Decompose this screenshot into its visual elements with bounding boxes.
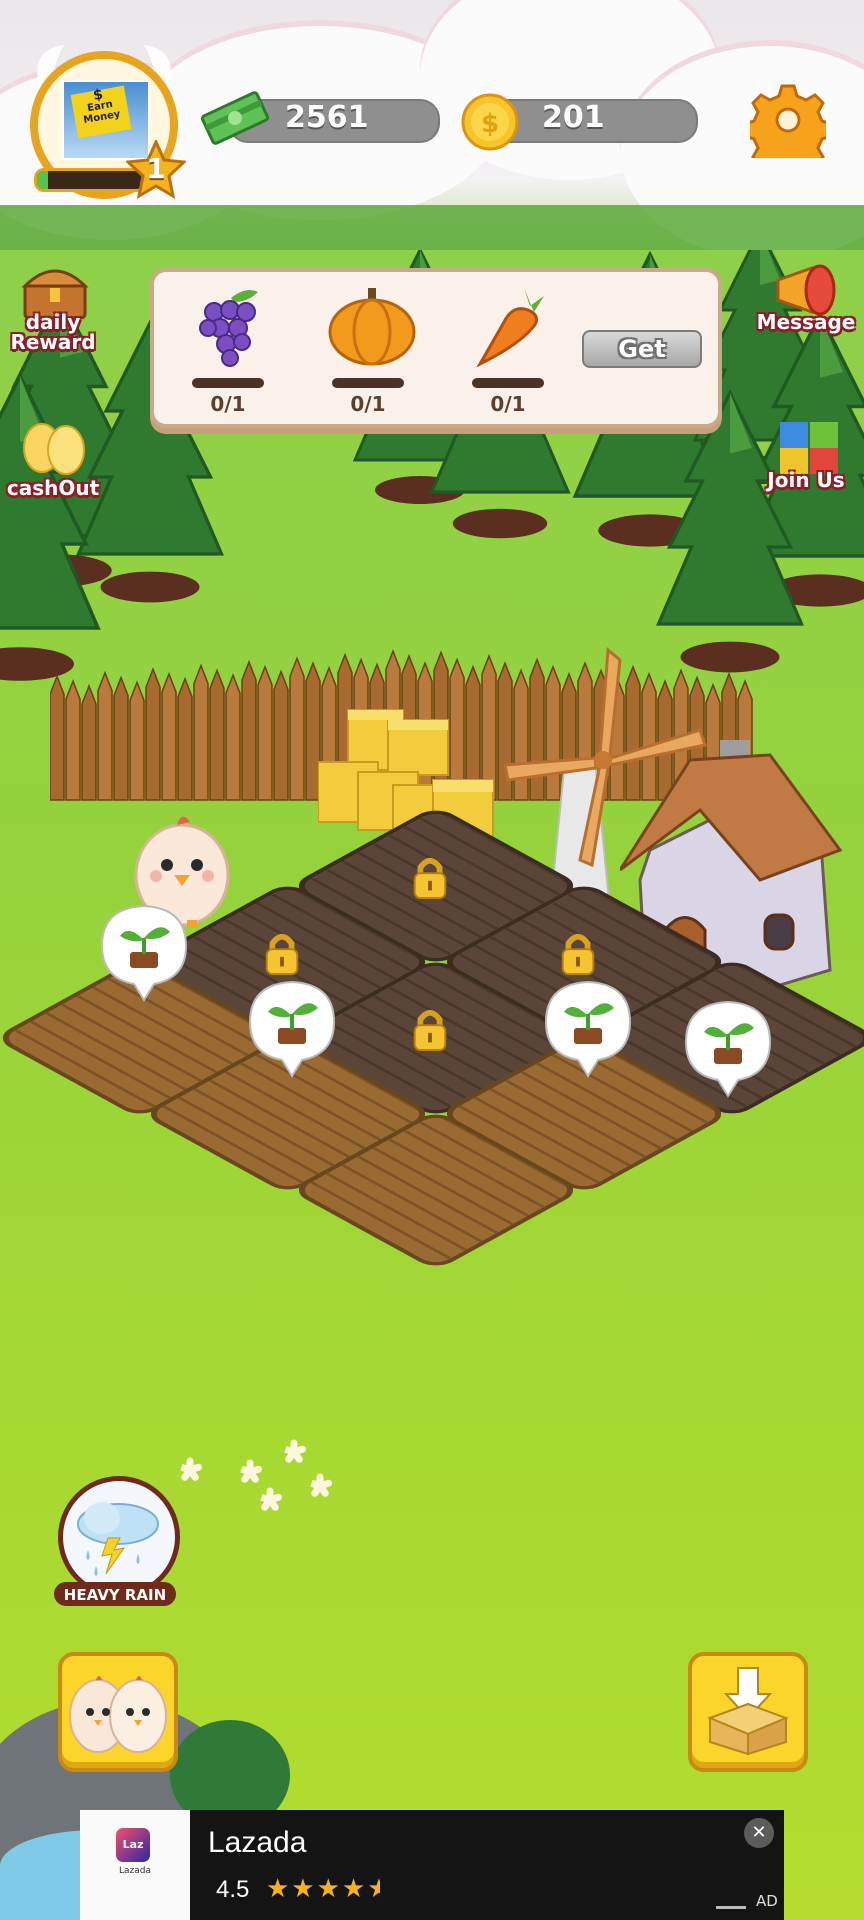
ad-title: Lazada <box>208 1826 307 1859</box>
fence-post <box>257 664 273 801</box>
weather-label: HEAVY RAIN <box>63 1586 167 1604</box>
fence-post <box>241 659 257 801</box>
message-label: Message <box>756 310 856 334</box>
fence-post <box>161 671 177 801</box>
fence-post <box>273 669 289 801</box>
lock-icon <box>413 857 447 900</box>
flower <box>284 1439 307 1463</box>
sprout-ready-icon[interactable] <box>682 998 774 1098</box>
pumpkin-count: 0/1 <box>350 392 386 416</box>
cash-stack-icon <box>200 91 270 145</box>
cash-amount: 2561 <box>285 100 369 135</box>
fence-post <box>129 680 145 801</box>
game-scene: $ Earn Money 1 2561 $ 201 daily Reward c… <box>0 0 864 1920</box>
fence-post <box>50 674 65 801</box>
fence-post <box>193 663 209 801</box>
daily-reward-line2: Reward <box>10 330 96 354</box>
avatar-sign: $ Earn Money <box>70 85 132 139</box>
level-number: 1 <box>146 152 166 185</box>
fence-post <box>113 675 129 801</box>
pumpkin-progress <box>332 378 404 388</box>
fence-post <box>177 676 193 801</box>
half-star-icon: ★ <box>367 1876 380 1902</box>
chicks-icon <box>69 1676 167 1753</box>
sprout-ready-icon[interactable] <box>246 978 338 1078</box>
flower <box>180 1457 203 1481</box>
join-us-label: Join Us <box>767 468 845 492</box>
flower <box>260 1487 283 1511</box>
lock-icon <box>561 933 595 976</box>
lazada-logo: Laz <box>116 1828 150 1862</box>
storm-cloud-icon <box>77 1502 159 1576</box>
daily-reward-line1: daily <box>25 310 81 334</box>
lock-icon <box>413 1009 447 1052</box>
ad-rating: 4.5 <box>216 1876 250 1903</box>
star-icon: ★★★★ <box>266 1874 368 1904</box>
carrot-progress <box>472 378 544 388</box>
level-star: 1 <box>124 138 188 200</box>
flower <box>240 1459 263 1483</box>
ad-close-icon[interactable]: ✕ <box>744 1818 774 1848</box>
daily-reward-label: daily Reward <box>6 312 100 352</box>
avatar-sign-text: Earn Money <box>82 98 122 127</box>
coin-amount: 201 <box>542 100 605 135</box>
ad-thumbnail: Laz Lazada <box>80 1810 190 1920</box>
message-button[interactable]: Message <box>756 262 856 342</box>
chicken-friends-button[interactable] <box>58 1652 178 1772</box>
svg-text:$: $ <box>481 109 499 139</box>
fence-post <box>225 673 241 801</box>
weather-badge[interactable]: HEAVY RAIN <box>54 1476 180 1610</box>
fence-post <box>97 670 113 801</box>
fence-post <box>289 656 305 801</box>
fence-post <box>81 683 97 801</box>
daily-reward-button[interactable]: daily Reward <box>6 262 100 358</box>
box-download-icon <box>707 1667 789 1756</box>
golden-egg-icon <box>23 423 85 475</box>
storage-box-button[interactable] <box>688 1652 808 1772</box>
fence-post <box>65 679 81 801</box>
ad-choices-icon <box>716 1896 746 1909</box>
flower <box>310 1473 333 1497</box>
xp-bar-fill <box>37 171 48 189</box>
get-button[interactable]: Get <box>582 330 702 368</box>
order-panel: 0/1 0/1 0/1 Get <box>150 268 722 428</box>
gear-icon[interactable] <box>750 82 826 158</box>
avatar-frame[interactable]: $ Earn Money 1 <box>24 40 188 200</box>
carrot-count: 0/1 <box>490 392 526 416</box>
fence-post <box>209 668 225 801</box>
lazada-logo-text: Laz <box>122 1838 144 1851</box>
get-button-label: Get <box>618 335 666 363</box>
sprout-ready-icon[interactable] <box>542 978 634 1078</box>
cashout-button[interactable]: cashOut <box>6 416 100 506</box>
rating-stars: ★★★★★ <box>266 1876 380 1902</box>
ad-banner[interactable]: Laz Lazada Lazada 4.5 ★★★★★ ✕ AD <box>80 1810 784 1920</box>
ad-label: AD <box>756 1892 778 1910</box>
lazada-logo-sub: Lazada <box>119 1866 151 1876</box>
grapes-count: 0/1 <box>210 392 246 416</box>
gold-coin-icon: $ <box>461 93 519 151</box>
carrot-icon <box>476 288 544 368</box>
grapes-icon <box>199 290 258 367</box>
cashout-label: cashOut <box>6 476 100 500</box>
grapes-progress <box>192 378 264 388</box>
pumpkin-icon <box>328 288 416 366</box>
flowers <box>180 1439 333 1511</box>
sprout-ready-icon[interactable] <box>98 902 190 1002</box>
fence-post <box>145 667 161 801</box>
lock-icon <box>265 933 299 976</box>
join-us-button[interactable]: Join Us <box>756 420 856 500</box>
